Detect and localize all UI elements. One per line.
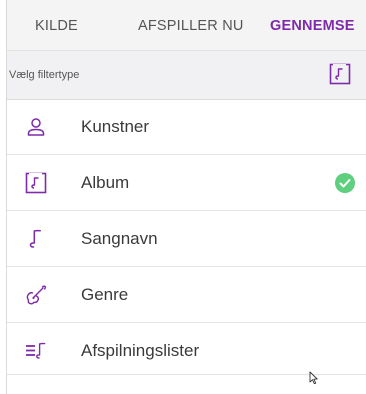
filter-row-kunstner[interactable]: Kunstner (7, 99, 366, 155)
album-note-icon[interactable] (329, 63, 351, 85)
selected-check-icon (335, 173, 355, 193)
filter-row-sangnavn[interactable]: Sangnavn (7, 211, 366, 267)
filter-type-header: Vælg filtertype (7, 50, 366, 100)
browse-screen: KILDE AFSPILLER NU GENNEMSE Vælg filtert… (0, 0, 366, 394)
left-edge-divider (0, 0, 7, 394)
tab-gennemse[interactable]: GENNEMSE (270, 19, 355, 34)
tab-kilde[interactable]: KILDE (35, 19, 78, 34)
tab-bar: KILDE AFSPILLER NU GENNEMSE (7, 0, 366, 50)
tab-afspiller-nu[interactable]: AFSPILLER NU (138, 19, 244, 34)
filter-type-title: Vælg filtertype (9, 69, 80, 81)
playlist-icon (25, 340, 47, 362)
filter-row-genre[interactable]: Genre (7, 267, 366, 323)
album-note-icon (25, 172, 47, 194)
guitar-icon (25, 284, 47, 306)
filter-label: Genre (81, 285, 129, 304)
music-note-icon (25, 228, 47, 250)
filter-label: Afspilningslister (81, 341, 200, 360)
filter-row-album[interactable]: Album (7, 155, 366, 211)
filter-label: Kunstner (81, 117, 150, 136)
filter-label: Sangnavn (81, 229, 158, 248)
filter-label: Album (81, 173, 130, 192)
person-icon (25, 116, 47, 138)
filter-row-afspilningslister[interactable]: Afspilningslister (7, 323, 366, 378)
mouse-pointer-icon (309, 371, 319, 385)
filter-type-list: Kunstner Album Sangnavn Genre Afspilning… (7, 99, 366, 378)
